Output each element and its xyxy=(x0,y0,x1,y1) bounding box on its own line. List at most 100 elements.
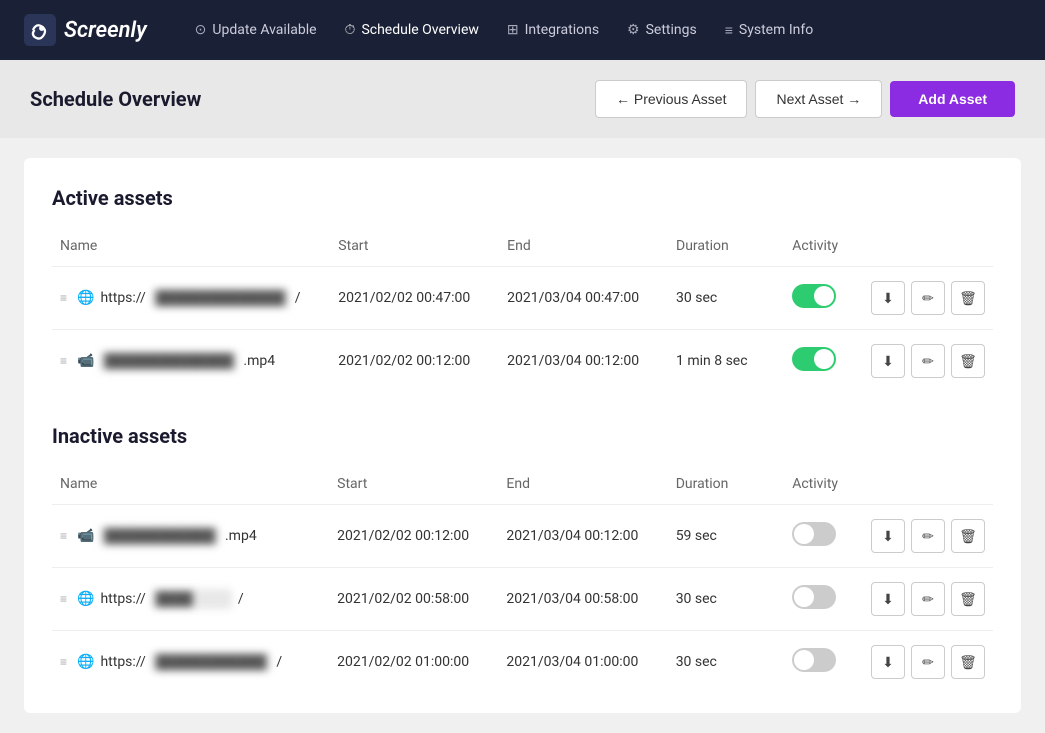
asset-end: 2021/03/04 01:00:00 xyxy=(498,631,667,694)
col-header-name: Name xyxy=(52,230,330,267)
download-button[interactable]: ⬇ xyxy=(871,582,905,616)
asset-name-prefix: https:// xyxy=(100,654,145,670)
edit-button[interactable]: ✏ xyxy=(911,582,945,616)
asset-name-prefix: https:// xyxy=(100,591,145,607)
nav-label-update: Update Available xyxy=(212,22,316,38)
schedule-icon: ⏱ xyxy=(345,22,356,38)
download-button[interactable]: ⬇ xyxy=(871,519,905,553)
nav-item-sysinfo[interactable]: ≡ System Info xyxy=(725,22,813,39)
download-button[interactable]: ⬇ xyxy=(871,344,905,378)
asset-actions-cell: ⬇ ✏ 🗑 xyxy=(863,267,993,330)
delete-button[interactable]: 🗑 xyxy=(951,645,985,679)
edit-button[interactable]: ✏ xyxy=(911,519,945,553)
asset-type-icon: 🌐 xyxy=(77,654,94,670)
nav-item-schedule[interactable]: ⏱ Schedule Overview xyxy=(345,22,479,38)
asset-name-blurred: ████████████ xyxy=(152,652,271,672)
drag-handle-icon[interactable]: ≡ xyxy=(60,354,67,368)
inactive-col-header-activity: Activity xyxy=(784,468,863,505)
asset-end: 2021/03/04 00:47:00 xyxy=(499,267,668,330)
brand-name: Screenly xyxy=(64,18,147,43)
asset-actions-cell: ⬇ ✏ 🗑 xyxy=(863,505,993,568)
asset-name-suffix: / xyxy=(238,591,244,607)
inactive-assets-table: Name Start End Duration Activity ≡ 📹 ███… xyxy=(52,468,993,693)
delete-button[interactable]: 🗑 xyxy=(951,582,985,616)
prev-asset-button[interactable]: ← Previous Asset xyxy=(595,80,748,118)
nav-label-schedule: Schedule Overview xyxy=(361,22,478,38)
toggle-knob xyxy=(794,587,814,607)
nav-item-integrations[interactable]: ⊞ Integrations xyxy=(507,22,599,38)
active-table-header: Name Start End Duration Activity xyxy=(52,230,993,267)
activity-toggle[interactable] xyxy=(792,522,836,546)
asset-start: 2021/02/02 00:12:00 xyxy=(329,505,498,568)
table-row: ≡ 🌐 https:// ████████████ / 2021/02/02 0… xyxy=(52,631,993,694)
asset-type-icon: 🌐 xyxy=(77,290,94,306)
next-asset-button[interactable]: Next Asset → xyxy=(755,80,882,118)
drag-handle-icon[interactable]: ≡ xyxy=(60,529,67,543)
activity-toggle[interactable] xyxy=(792,648,836,672)
asset-duration: 30 sec xyxy=(668,631,785,694)
inactive-assets-section: Inactive assets Name Start End Duration … xyxy=(52,424,993,693)
toggle-knob xyxy=(814,286,834,306)
edit-button[interactable]: ✏ xyxy=(911,281,945,315)
col-header-activity: Activity xyxy=(784,230,863,267)
drag-handle-icon[interactable]: ≡ xyxy=(60,592,67,606)
asset-type-icon: 📹 xyxy=(77,353,94,369)
toggle-knob xyxy=(794,524,814,544)
inactive-col-header-actions xyxy=(863,468,993,505)
inactive-col-header-name: Name xyxy=(52,468,329,505)
activity-toggle[interactable] xyxy=(792,585,836,609)
integrations-icon: ⊞ xyxy=(507,22,519,38)
col-header-duration: Duration xyxy=(668,230,784,267)
drag-handle-icon[interactable]: ≡ xyxy=(60,291,67,305)
brand-logo[interactable]: Screenly xyxy=(24,14,147,46)
nav-item-update[interactable]: ⊙ Update Available xyxy=(195,22,317,38)
main-content: Active assets Name Start End Duration Ac… xyxy=(0,138,1045,733)
asset-name-cell: ≡ 📹 ████████████ .mp4 xyxy=(52,505,329,568)
table-row: ≡ 🌐 https:// ████ / 2021/02/02 00:58:002… xyxy=(52,568,993,631)
inactive-col-header-duration: Duration xyxy=(668,468,785,505)
activity-toggle[interactable] xyxy=(792,284,836,308)
asset-name-suffix: / xyxy=(276,654,282,670)
asset-type-icon: 🌐 xyxy=(77,591,94,607)
asset-type-icon: 📹 xyxy=(77,528,94,544)
nav-item-settings[interactable]: ⚙ Settings xyxy=(627,22,697,38)
asset-name-suffix: / xyxy=(295,290,301,306)
table-row: ≡ 🌐 https:// ██████████████ / 2021/02/02… xyxy=(52,267,993,330)
toggle-knob xyxy=(794,650,814,670)
activity-toggle[interactable] xyxy=(792,347,836,371)
delete-button[interactable]: 🗑 xyxy=(951,281,985,315)
navbar: Screenly ⊙ Update Available ⏱ Schedule O… xyxy=(0,0,1045,60)
download-button[interactable]: ⬇ xyxy=(871,281,905,315)
asset-duration: 30 sec xyxy=(668,568,785,631)
inactive-col-header-end: End xyxy=(498,468,667,505)
download-button[interactable]: ⬇ xyxy=(871,645,905,679)
drag-handle-icon[interactable]: ≡ xyxy=(60,655,67,669)
table-row: ≡ 📹 ████████████ .mp4 2021/02/02 00:12:0… xyxy=(52,505,993,568)
header-actions: ← Previous Asset Next Asset → Add Asset xyxy=(595,80,1015,118)
inactive-table-header: Name Start End Duration Activity xyxy=(52,468,993,505)
schedule-card: Active assets Name Start End Duration Ac… xyxy=(24,158,1021,713)
asset-duration: 1 min 8 sec xyxy=(668,330,784,393)
asset-name-cell: ≡ 🌐 https:// ████ / xyxy=(52,568,329,631)
page-header: Schedule Overview ← Previous Asset Next … xyxy=(0,60,1045,138)
nav-label-sysinfo: System Info xyxy=(739,22,813,38)
asset-activity-cell xyxy=(784,568,863,631)
asset-actions-cell: ⬇ ✏ 🗑 xyxy=(863,330,993,393)
toggle-knob xyxy=(814,349,834,369)
col-header-end: End xyxy=(499,230,668,267)
add-asset-button[interactable]: Add Asset xyxy=(890,81,1015,117)
asset-start: 2021/02/02 00:47:00 xyxy=(330,267,499,330)
asset-end: 2021/03/04 00:12:00 xyxy=(499,330,668,393)
edit-button[interactable]: ✏ xyxy=(911,344,945,378)
asset-name-cell: ≡ 📹 ██████████████ .mp4 xyxy=(52,330,330,393)
delete-button[interactable]: 🗑 xyxy=(951,344,985,378)
table-row: ≡ 📹 ██████████████ .mp4 2021/02/02 00:12… xyxy=(52,330,993,393)
delete-button[interactable]: 🗑 xyxy=(951,519,985,553)
nav-label-settings: Settings xyxy=(646,22,697,38)
asset-name-blurred: ████ xyxy=(152,589,232,609)
update-icon: ⊙ xyxy=(195,22,207,38)
navbar-nav: ⊙ Update Available ⏱ Schedule Overview ⊞… xyxy=(195,22,814,39)
asset-activity-cell xyxy=(784,267,863,330)
edit-button[interactable]: ✏ xyxy=(911,645,945,679)
asset-name-blurred: ██████████████ xyxy=(152,288,289,308)
